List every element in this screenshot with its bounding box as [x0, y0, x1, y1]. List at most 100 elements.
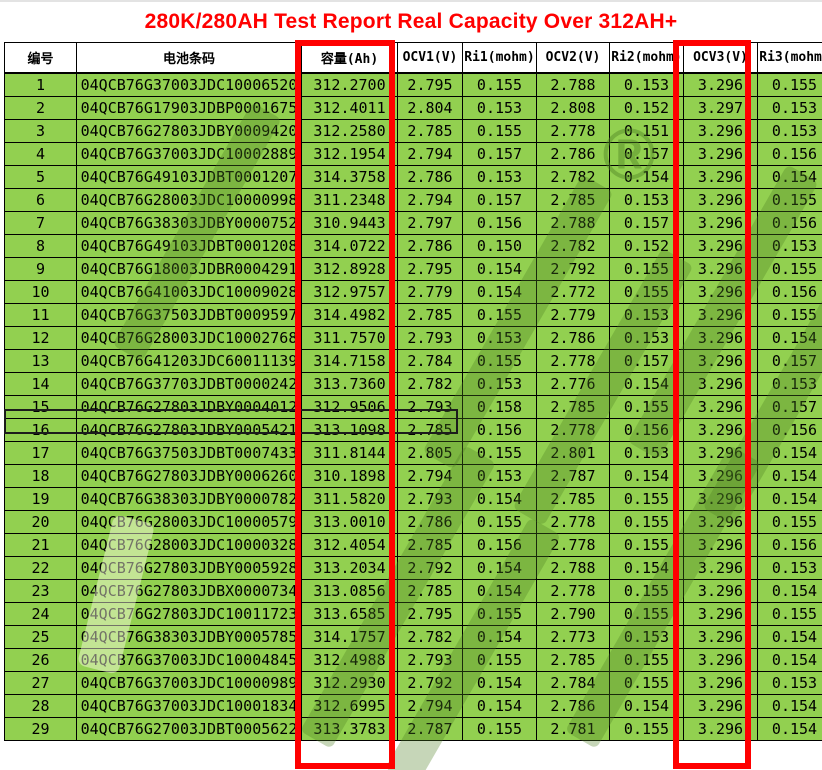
- value-cell: 2.784: [397, 349, 463, 373]
- value-cell: 2.785: [536, 648, 610, 672]
- value-cell: 2.785: [397, 303, 463, 327]
- value-cell: 2.794: [397, 464, 463, 488]
- column-header-7: Ri2(mohm): [609, 42, 684, 74]
- value-cell: 2.778: [536, 579, 610, 603]
- report-sheet: 280K/280AH Test Report Real Capacity Ove…: [0, 0, 822, 770]
- value-cell: 0.157: [609, 142, 684, 166]
- value-cell: 2.794: [397, 142, 463, 166]
- value-cell: 0.157: [757, 395, 822, 419]
- table-body: 1 04QCB76G37003JDC10006520 312.2700 2.795 0.…: [4, 72, 822, 741]
- value-cell: 2.808: [536, 96, 610, 120]
- value-cell: 314.4982: [301, 303, 398, 327]
- value-cell: 3.296: [683, 326, 758, 350]
- value-cell: 2.793: [397, 648, 463, 672]
- value-cell: 0.155: [609, 671, 684, 695]
- barcode-cell: 04QCB76G37703JDBT0000242: [76, 372, 302, 396]
- column-header-9: Ri3(mohm): [757, 42, 822, 74]
- table-row: 3 04QCB76G27803JDBY0009420 312.2580 2.785 0.…: [4, 119, 822, 143]
- value-cell: 2.788: [536, 556, 610, 580]
- value-cell: 313.2034: [301, 556, 398, 580]
- value-cell: 2.801: [536, 441, 610, 465]
- value-cell: 0.155: [757, 303, 822, 327]
- value-cell: 2.793: [397, 487, 463, 511]
- value-cell: 3.296: [683, 487, 758, 511]
- value-cell: 2.785: [397, 533, 463, 557]
- value-cell: 0.153: [609, 303, 684, 327]
- value-cell: 2.785: [397, 418, 463, 442]
- value-cell: 312.1954: [301, 142, 398, 166]
- value-cell: 0.156: [757, 533, 822, 557]
- value-cell: 0.154: [757, 625, 822, 649]
- table-row: 10 04QCB76G41003JDC10009028 312.9757 2.779 0…: [4, 280, 822, 304]
- table-row: 28 04QCB76G37003JDC10001834 312.6995 2.794 0…: [4, 694, 822, 718]
- value-cell: 2.779: [536, 303, 610, 327]
- table-row: 5 04QCB76G49103JDBT0001207 314.3758 2.786 0.…: [4, 165, 822, 189]
- table-row: 15 04QCB76G27803JDBY0004012 312.9506 2.793 0…: [4, 395, 822, 419]
- value-cell: 2.778: [536, 119, 610, 143]
- value-cell: 0.154: [757, 717, 822, 741]
- barcode-cell: 04QCB76G38303JDBY0000782: [76, 487, 302, 511]
- value-cell: 0.155: [609, 648, 684, 672]
- value-cell: 0.154: [462, 625, 537, 649]
- value-cell: 2.786: [536, 326, 610, 350]
- value-cell: 0.157: [757, 349, 822, 373]
- value-cell: 2.787: [397, 717, 463, 741]
- value-cell: 314.0722: [301, 234, 398, 258]
- value-cell: 3.296: [683, 395, 758, 419]
- value-cell: 0.154: [757, 579, 822, 603]
- value-cell: 0.157: [462, 188, 537, 212]
- table-row: 18 04QCB76G27803JDBY0006260 310.1898 2.794 0…: [4, 464, 822, 488]
- value-cell: 2.792: [536, 257, 610, 281]
- value-cell: 2.781: [536, 717, 610, 741]
- value-cell: 312.4988: [301, 648, 398, 672]
- value-cell: 0.154: [757, 648, 822, 672]
- barcode-cell: 04QCB76G27803JDBY0005928: [76, 556, 302, 580]
- barcode-cell: 04QCB76G28003JDC10000579: [76, 510, 302, 534]
- value-cell: 2.772: [536, 280, 610, 304]
- row-number-cell: 10: [4, 280, 77, 304]
- column-header-4: OCV1(V): [397, 42, 463, 74]
- row-number-cell: 15: [4, 395, 77, 419]
- value-cell: 2.804: [397, 96, 463, 120]
- table-row: 26 04QCB76G37003JDC10004845 312.4988 2.793 0…: [4, 648, 822, 672]
- value-cell: 0.155: [757, 602, 822, 626]
- table-row: 4 04QCB76G37003JDC10002889 312.1954 2.794 0.…: [4, 142, 822, 166]
- barcode-cell: 04QCB76G41203JDC60011139: [76, 349, 302, 373]
- value-cell: 2.795: [397, 602, 463, 626]
- value-cell: 0.154: [609, 464, 684, 488]
- value-cell: 0.154: [757, 165, 822, 189]
- row-number-cell: 4: [4, 142, 77, 166]
- table-row: 25 04QCB76G38303JDBY0005785 314.1757 2.782 0…: [4, 625, 822, 649]
- row-number-cell: 13: [4, 349, 77, 373]
- value-cell: 0.155: [462, 648, 537, 672]
- row-number-cell: 14: [4, 372, 77, 396]
- value-cell: 0.155: [609, 280, 684, 304]
- value-cell: 3.296: [683, 72, 758, 97]
- value-cell: 0.155: [757, 188, 822, 212]
- value-cell: 0.154: [757, 441, 822, 465]
- value-cell: 3.296: [683, 372, 758, 396]
- value-cell: 0.153: [609, 326, 684, 350]
- value-cell: 0.155: [609, 602, 684, 626]
- barcode-cell: 04QCB76G18003JDBR0004291: [76, 257, 302, 281]
- barcode-cell: 04QCB76G38303JDBY0005785: [76, 625, 302, 649]
- value-cell: 0.151: [609, 119, 684, 143]
- value-cell: 0.157: [609, 349, 684, 373]
- value-cell: 3.296: [683, 510, 758, 534]
- report-title-bar: 280K/280AH Test Report Real Capacity Ove…: [0, 2, 822, 42]
- value-cell: 0.155: [609, 533, 684, 557]
- value-cell: 2.778: [536, 349, 610, 373]
- value-cell: 310.9443: [301, 211, 398, 235]
- value-cell: 0.154: [757, 694, 822, 718]
- row-number-cell: 6: [4, 188, 77, 212]
- value-cell: 0.153: [757, 372, 822, 396]
- value-cell: 0.154: [757, 326, 822, 350]
- value-cell: 2.790: [536, 602, 610, 626]
- barcode-cell: 04QCB76G27803JDBY0009420: [76, 119, 302, 143]
- table-row: 8 04QCB76G49103JDBT0001208 314.0722 2.786 0.…: [4, 234, 822, 258]
- value-cell: 2.785: [536, 395, 610, 419]
- column-header-8: OCV3(V): [683, 42, 758, 74]
- table-row: 2 04QCB76G17903JDBP0001675 312.4011 2.804 0.…: [4, 96, 822, 120]
- value-cell: 2.782: [536, 165, 610, 189]
- value-cell: 311.8144: [301, 441, 398, 465]
